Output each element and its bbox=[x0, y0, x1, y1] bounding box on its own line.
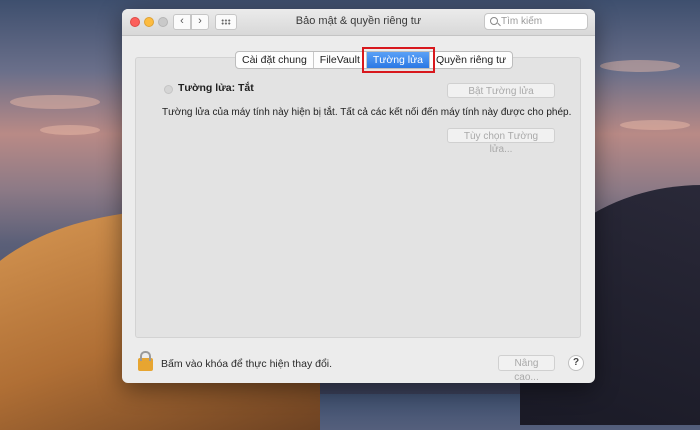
firewall-status: Tường lửa: Tắt bbox=[178, 82, 254, 94]
enable-firewall-button[interactable]: Bật Tường lửa bbox=[447, 83, 555, 98]
search-icon bbox=[490, 17, 498, 25]
preferences-window: ‹ › Bảo mật & quyền riêng tư Tường lửa: … bbox=[122, 9, 595, 383]
lock-icon[interactable] bbox=[138, 351, 153, 371]
help-button[interactable]: ? bbox=[568, 355, 584, 371]
firewall-options-button[interactable]: Tùy chọn Tường lửa... bbox=[447, 128, 555, 155]
status-indicator-icon bbox=[164, 85, 173, 94]
tab-filevault[interactable]: FileVault bbox=[314, 52, 367, 68]
firewall-panel: Tường lửa: Tắt Bật Tường lửa Tường lửa c… bbox=[135, 57, 581, 338]
tab-bar: Cài đặt chung FileVault Tường lửa Quyền … bbox=[235, 47, 514, 73]
search-field[interactable] bbox=[484, 13, 588, 30]
tab-privacy[interactable]: Quyền riêng tư bbox=[430, 52, 512, 68]
tab-firewall[interactable]: Tường lửa bbox=[361, 47, 436, 73]
advanced-button[interactable]: Nâng cao... bbox=[498, 355, 555, 383]
firewall-description: Tường lửa của máy tính này hiện bị tắt. … bbox=[162, 107, 572, 118]
tab-general[interactable]: Cài đặt chung bbox=[236, 52, 314, 68]
lock-hint: Bấm vào khóa để thực hiện thay đổi. bbox=[161, 358, 333, 370]
search-input[interactable] bbox=[501, 15, 583, 28]
title-bar: ‹ › Bảo mật & quyền riêng tư bbox=[122, 9, 595, 36]
